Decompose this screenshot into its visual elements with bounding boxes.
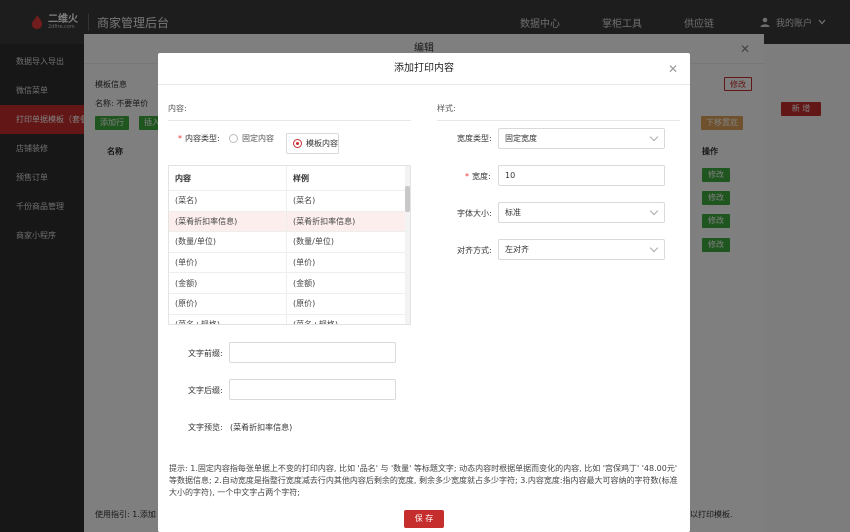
prefix-label: 文字前缀: bbox=[188, 349, 223, 358]
tip-text: 提示: 1.固定内容指每张单据上不变的打印内容, 比如 '品名' 与 '数量' … bbox=[169, 464, 678, 497]
chevron-down-icon bbox=[649, 243, 659, 253]
dialog-title: 添加打印内容 bbox=[394, 63, 454, 74]
scrollbar-thumb[interactable] bbox=[405, 186, 410, 212]
divider bbox=[437, 120, 680, 121]
chevron-down-icon bbox=[649, 132, 659, 142]
add-print-content-dialog: 添加打印内容 ✕ 内容: 样式: * 内容类型: 固定内容 模板内容 内容 样例 … bbox=[158, 53, 690, 532]
table-row[interactable]: (金额) (金额) bbox=[169, 273, 410, 294]
preview-value: (菜肴折扣率信息) bbox=[230, 423, 293, 432]
table-row[interactable]: (单价) (单价) bbox=[169, 252, 410, 274]
radio-template-content[interactable]: 模板内容 bbox=[286, 133, 339, 154]
content-type-label: * 内容类型: bbox=[178, 134, 220, 143]
width-type-label: 宽度类型: bbox=[457, 134, 492, 143]
font-size-select[interactable]: 标准 bbox=[498, 202, 665, 223]
radio-fixed-content[interactable]: 固定内容 bbox=[229, 133, 274, 144]
table-row[interactable]: (菜名) (菜名) bbox=[169, 191, 410, 212]
align-select[interactable]: 左对齐 bbox=[498, 239, 665, 260]
divider bbox=[168, 120, 411, 121]
suffix-label: 文字后缀: bbox=[188, 386, 223, 395]
close-icon[interactable]: ✕ bbox=[668, 53, 678, 85]
width-input[interactable]: 10 bbox=[498, 165, 665, 186]
width-type-select[interactable]: 固定宽度 bbox=[498, 128, 665, 149]
width-label: * 宽度: bbox=[465, 172, 491, 181]
table-row-selected[interactable]: (菜肴折扣率信息) (菜肴折扣率信息) bbox=[169, 211, 410, 233]
save-button[interactable]: 保 存 bbox=[404, 510, 444, 528]
style-section-label: 样式: bbox=[437, 104, 456, 113]
radio-circle bbox=[229, 134, 238, 143]
font-size-label: 字体大小: bbox=[457, 209, 492, 218]
table-scrollbar[interactable] bbox=[405, 166, 410, 324]
content-table: 内容 样例 (菜名) (菜名) (菜肴折扣率信息) (菜肴折扣率信息) (数量/单位… bbox=[168, 165, 411, 325]
align-label: 对齐方式: bbox=[457, 246, 492, 255]
table-row[interactable]: (菜名+规格) (菜名+规格) bbox=[169, 314, 410, 324]
preview-label: 文字预览: bbox=[188, 423, 223, 432]
prefix-input[interactable] bbox=[229, 342, 396, 363]
table-row[interactable]: (原价) (原价) bbox=[169, 293, 410, 315]
radio-circle-selected bbox=[293, 139, 302, 148]
suffix-input[interactable] bbox=[229, 379, 396, 400]
chevron-down-icon bbox=[649, 206, 659, 216]
content-section-label: 内容: bbox=[168, 104, 187, 113]
table-row[interactable]: (数量/单位) (数量/单位) bbox=[169, 232, 410, 253]
table-header: 内容 样例 bbox=[169, 166, 410, 191]
